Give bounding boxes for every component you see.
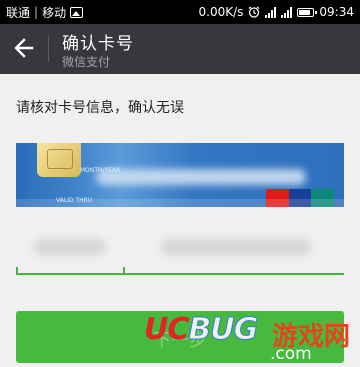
battery-icon	[297, 7, 318, 17]
card-chip-icon	[37, 143, 81, 177]
card-number-field[interactable]	[161, 239, 311, 255]
watermark-domain: .com	[270, 344, 312, 364]
field-tick-mid	[123, 267, 125, 275]
card-strip	[16, 199, 344, 207]
carrier-1: 联通	[6, 5, 31, 20]
image-icon	[70, 6, 84, 18]
status-time: 09:34	[319, 5, 354, 19]
page-subtitle: 微信支付	[62, 55, 111, 69]
instruction-text: 请核对卡号信息，确认无误	[16, 100, 184, 116]
signal-icon	[265, 6, 277, 18]
carrier-separator: |	[34, 5, 39, 19]
field-tick-left	[16, 267, 18, 275]
signal-icon-2	[281, 6, 293, 18]
status-bar: 联通 | 移动 0.00K/s 09:34	[0, 0, 360, 24]
card-number-blurred	[96, 169, 306, 185]
watermark-bug: BUG	[188, 312, 259, 348]
back-arrow-icon[interactable]	[8, 32, 40, 64]
carrier-2: 移动	[42, 5, 67, 20]
watermark-uc: UC	[144, 312, 189, 347]
bank-card-image: VALID THRU MONTH/YEAR	[16, 143, 344, 207]
card-info-fields	[16, 225, 344, 275]
header-divider	[48, 36, 49, 62]
bank-name-field[interactable]	[34, 239, 106, 255]
alarm-icon	[249, 6, 260, 18]
page-title: 确认卡号	[62, 34, 134, 54]
card-month-text: MONTH/YEAR	[80, 167, 121, 174]
field-underline	[16, 273, 344, 275]
network-speed: 0.00K/s	[198, 5, 244, 19]
app-header: 确认卡号 微信支付	[0, 24, 360, 74]
watermark-logo: UCBUG 游戏网 .com	[140, 312, 355, 367]
